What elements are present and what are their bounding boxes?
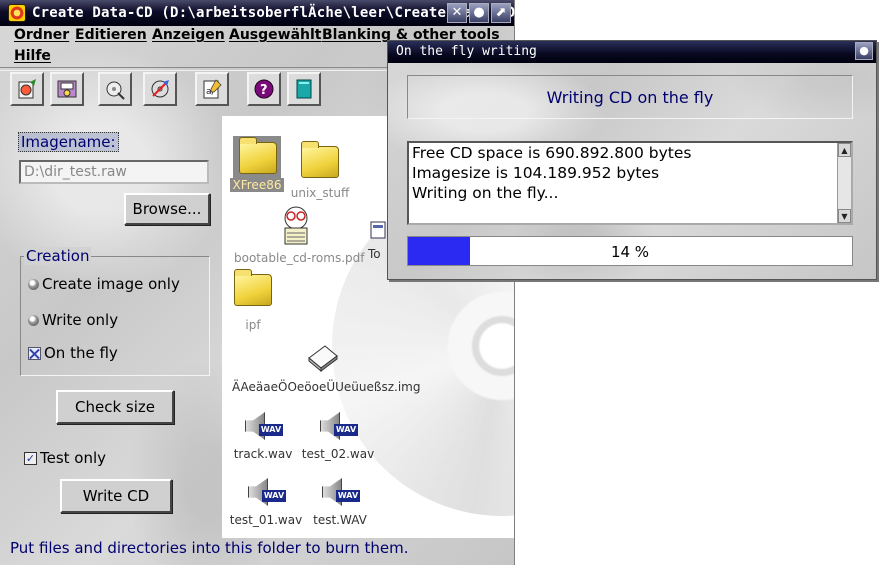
log-scrollbar[interactable]: ▲ ▼ — [837, 143, 851, 223]
dialog-log[interactable]: Free CD space is 690.892.800 bytes Image… — [407, 141, 853, 225]
imagename-input[interactable]: D:\dir_test.raw — [19, 160, 209, 184]
document-icon — [370, 221, 386, 239]
radio-write-only[interactable]: Write only — [28, 311, 118, 329]
cd-edit-icon — [18, 79, 36, 99]
close-icon[interactable]: ✕ — [447, 3, 467, 23]
checkbox-checked-icon: ✓ — [24, 451, 37, 465]
on-the-fly-dialog: On the fly writing ● Writing CD on the f… — [387, 40, 877, 280]
file-item-bootable-pdf[interactable]: bootable_cd-roms.pdf — [234, 202, 364, 265]
pdf-reader-icon — [284, 206, 308, 245]
help-icon: ? — [254, 79, 274, 99]
file-item-track-wav[interactable]: WAV track.wav — [230, 406, 296, 461]
tool-burn-button[interactable] — [143, 72, 177, 106]
creation-title: Creation — [24, 247, 92, 265]
notepad-icon: a/ — [203, 79, 222, 99]
status-message: Put files and directories into this fold… — [10, 539, 409, 557]
log-line: Free CD space is 690.892.800 bytes — [412, 144, 692, 162]
radio-on-the-fly[interactable]: On the fly — [28, 344, 118, 362]
book-icon — [296, 79, 312, 99]
maximize-icon[interactable]: ⬈ — [491, 3, 511, 23]
test-only-checkbox[interactable]: ✓ Test only — [24, 449, 106, 467]
radio-off-icon — [28, 278, 39, 290]
tool-notes-button[interactable]: a/ — [195, 72, 229, 106]
disk-icon — [57, 80, 77, 98]
scroll-up-icon[interactable]: ▲ — [838, 143, 851, 157]
menu-hilfe[interactable]: Hilfe — [14, 48, 51, 64]
wav-audio-icon: WAV — [318, 406, 358, 444]
dialog-titlebar[interactable]: On the fly writing ● — [388, 41, 876, 63]
dialog-close-icon[interactable]: ● — [855, 42, 873, 60]
tool-disk-button[interactable] — [50, 72, 84, 106]
file-item-to[interactable]: To — [368, 220, 388, 261]
log-line: Writing on the fly... — [412, 184, 559, 202]
wav-audio-icon: WAV — [243, 406, 283, 444]
write-cd-button[interactable]: Write CD — [60, 479, 172, 513]
app-icon[interactable] — [8, 4, 26, 22]
wav-audio-icon: WAV — [320, 472, 360, 510]
tool-help-button[interactable]: ? — [247, 72, 281, 106]
file-item-test01-wav[interactable]: WAV test_01.wav — [228, 472, 304, 527]
scroll-down-icon[interactable]: ▼ — [838, 209, 851, 223]
progress-bar: 14 % — [407, 236, 853, 266]
radio-create-image-only[interactable]: Create image only — [28, 275, 180, 293]
tool-find-button[interactable] — [98, 72, 132, 106]
menu-ausgewaehlt[interactable]: Ausgewählt — [229, 27, 322, 43]
disk-image-icon — [308, 345, 338, 373]
menu-anzeigen[interactable]: Anzeigen — [152, 27, 225, 43]
tool-book-button[interactable] — [287, 72, 321, 106]
file-item-umlaut-img[interactable]: ÄAeäaeÖOeöoeÜUeüueßsz.img — [232, 342, 420, 394]
folder-icon — [301, 141, 339, 178]
progress-text: 14 % — [610, 243, 650, 261]
dialog-title: On the fly writing — [396, 44, 537, 59]
dialog-heading: Writing CD on the fly — [407, 75, 853, 119]
browse-button[interactable]: Browse... — [124, 193, 210, 225]
magnifier-cd-icon — [106, 81, 125, 100]
menu-ordner[interactable]: Ordner — [14, 27, 69, 43]
imagename-label: Imagename: — [18, 132, 119, 152]
iconify-icon[interactable]: ● — [469, 3, 489, 23]
svg-text:?: ? — [260, 83, 268, 98]
file-item-unix-stuff[interactable]: unix_stuff — [290, 141, 350, 200]
wav-audio-icon: WAV — [246, 472, 286, 510]
radio-selected-icon — [28, 346, 41, 360]
tool-edit-cd-button[interactable] — [10, 72, 44, 106]
folder-icon — [234, 269, 272, 306]
folder-icon — [239, 137, 277, 174]
file-item-ipf[interactable]: ipf — [228, 269, 278, 332]
log-line: Imagesize is 104.189.952 bytes — [412, 164, 660, 182]
menu-editieren[interactable]: Editieren — [75, 27, 147, 43]
file-item-test-wav-upper[interactable]: WAV test.WAV — [308, 472, 372, 527]
file-item-test02-wav[interactable]: WAV test_02.wav — [300, 406, 376, 461]
main-titlebar[interactable]: Create Data-CD (D:\arbeitsoberflÄche\lee… — [0, 0, 524, 26]
check-size-button[interactable]: Check size — [56, 390, 174, 424]
radio-off-icon — [28, 314, 39, 326]
file-item-xfree86[interactable]: XFree86 — [230, 136, 284, 192]
cd-burn-icon — [151, 80, 169, 98]
